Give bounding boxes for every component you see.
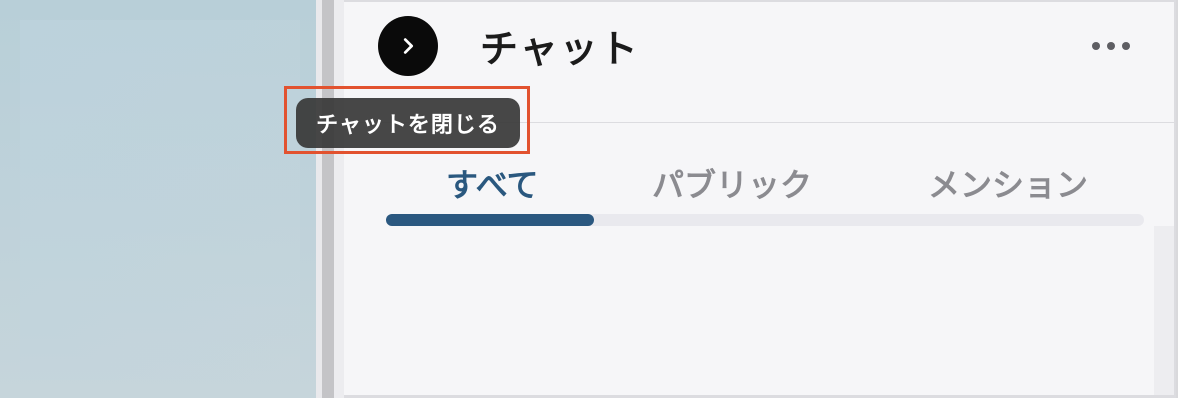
video-area (0, 0, 316, 398)
scrollbar[interactable] (1154, 226, 1174, 398)
tab-mentions[interactable]: メンション (928, 160, 1088, 204)
tooltip: チャットを閉じる (296, 98, 520, 148)
more-horizontal-icon-dot (1107, 42, 1115, 50)
screen: チャット すべて パブリック メンション チャットを閉じる (0, 0, 1178, 398)
chevron-right-icon (403, 38, 414, 54)
active-tab-indicator (386, 214, 594, 226)
tab-all[interactable]: すべて (446, 160, 538, 204)
more-horizontal-icon (1092, 42, 1100, 50)
more-options-button[interactable] (1088, 36, 1134, 56)
chat-panel: チャット すべて パブリック メンション (344, 0, 1176, 398)
more-horizontal-icon-dot (1122, 42, 1130, 50)
tab-public[interactable]: パブリック (652, 160, 812, 204)
page-title: チャット (480, 27, 640, 71)
panel-resize-handle[interactable] (322, 0, 334, 398)
divider-edge (334, 0, 344, 398)
chat-tabs: すべて パブリック メンション (386, 152, 1144, 228)
collapse-chat-button[interactable] (378, 16, 438, 76)
